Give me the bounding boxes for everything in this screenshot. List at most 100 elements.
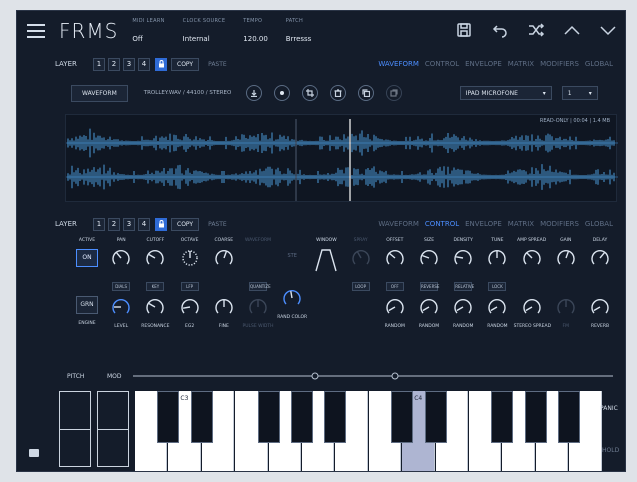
control-knob[interactable]	[419, 248, 439, 268]
keyboard-toggle-icon[interactable]	[29, 449, 39, 457]
mode-button[interactable]: DIALS	[112, 282, 131, 291]
control-knob[interactable]	[556, 297, 576, 317]
paste-button[interactable]: PASTE	[203, 219, 232, 230]
tab-matrix[interactable]: MATRIX	[508, 220, 534, 228]
control-knob[interactable]	[453, 297, 473, 317]
tab-global[interactable]: GLOBAL	[585, 220, 613, 228]
mode-button[interactable]: RELATIVE	[454, 282, 474, 291]
control-knob[interactable]	[487, 297, 507, 317]
black-key[interactable]	[324, 391, 347, 443]
mode-button[interactable]: LOOP	[351, 282, 370, 291]
panic-button[interactable]: PANIC	[600, 405, 618, 412]
hamburger-menu-icon[interactable]	[27, 24, 45, 38]
clock-source-field[interactable]: CLOCK SOURCE Internal	[183, 18, 226, 44]
tab-envelope[interactable]: ENVELOPE	[465, 220, 502, 228]
copy-button[interactable]: COPY	[171, 217, 200, 231]
control-knob[interactable]	[111, 248, 131, 268]
control-knob[interactable]	[214, 248, 234, 268]
pitch-wheel[interactable]	[59, 391, 91, 467]
tab-modifiers[interactable]: MODIFIERS	[540, 220, 579, 228]
copy-button[interactable]: COPY	[171, 57, 200, 71]
octave-knob[interactable]	[180, 248, 200, 268]
midi-learn-field[interactable]: MIDI LEARN Off	[132, 18, 164, 44]
tab-waveform[interactable]: WAVEFORM	[378, 60, 419, 68]
tab-global[interactable]: GLOBAL	[585, 60, 613, 68]
black-key[interactable]	[391, 391, 414, 443]
layer-1-button[interactable]: 1	[93, 57, 105, 71]
tab-waveform[interactable]: WAVEFORM	[378, 220, 419, 228]
undo-icon[interactable]	[489, 19, 511, 41]
chevron-up-icon[interactable]	[561, 19, 583, 41]
layer-2-button[interactable]: 2	[108, 217, 120, 231]
control-knob[interactable]	[590, 248, 610, 268]
layer-4-button[interactable]: 4	[138, 217, 150, 231]
control-knob[interactable]	[180, 297, 200, 317]
active-toggle[interactable]: ON	[76, 249, 98, 267]
black-key[interactable]	[491, 391, 514, 443]
window-shape[interactable]	[314, 247, 338, 273]
lock-icon[interactable]	[155, 217, 167, 231]
tab-control[interactable]: CONTROL	[425, 60, 459, 68]
download-icon[interactable]	[245, 85, 262, 101]
waveform-display[interactable]: READ-ONLY | 00:04 | 1.4 MB	[65, 114, 618, 202]
crop-icon[interactable]	[301, 85, 318, 101]
black-key[interactable]	[190, 391, 213, 443]
black-key[interactable]	[524, 391, 547, 443]
waveform-menu-button[interactable]: WAVEFORM	[71, 84, 128, 102]
control-knob[interactable]	[385, 297, 405, 317]
slider-handle-1[interactable]	[311, 372, 319, 380]
control-knob[interactable]	[590, 297, 610, 317]
record-icon[interactable]	[273, 85, 290, 101]
mode-button[interactable]: LOCK	[488, 282, 507, 291]
control-knob[interactable]	[522, 297, 542, 317]
tab-modifiers[interactable]: MODIFIERS	[540, 60, 579, 68]
lock-icon[interactable]	[155, 57, 167, 71]
slider-track[interactable]	[133, 371, 613, 381]
control-knob[interactable]	[351, 248, 371, 268]
control-knob[interactable]	[111, 297, 131, 317]
layer-4-button[interactable]: 4	[138, 57, 150, 71]
black-key[interactable]	[291, 391, 313, 443]
patch-field[interactable]: PATCH Brresss	[286, 18, 312, 44]
paste-icon[interactable]	[385, 85, 402, 101]
control-knob[interactable]	[385, 248, 405, 268]
control-knob[interactable]	[145, 297, 165, 317]
control-knob[interactable]	[556, 248, 576, 268]
control-knob[interactable]	[214, 297, 234, 317]
shuffle-icon[interactable]	[525, 19, 547, 41]
layer-3-button[interactable]: 3	[123, 217, 135, 231]
control-knob[interactable]	[487, 248, 507, 268]
tempo-field[interactable]: TEMPO 120.00	[243, 18, 268, 44]
tab-control[interactable]: CONTROL	[425, 220, 459, 228]
channel-select[interactable]: 1 ▾	[561, 86, 598, 100]
paste-button[interactable]: PASTE	[203, 59, 232, 70]
control-knob[interactable]	[419, 297, 439, 317]
hold-button[interactable]: HOLD	[602, 447, 619, 454]
black-key[interactable]	[424, 391, 447, 443]
slider-handle-2[interactable]	[391, 372, 399, 380]
tab-envelope[interactable]: ENVELOPE	[465, 60, 502, 68]
delete-icon[interactable]	[329, 85, 346, 101]
control-knob[interactable]	[522, 248, 542, 268]
copy-icon[interactable]	[357, 85, 374, 101]
mode-button[interactable]: REVERSE	[420, 282, 439, 291]
black-key[interactable]	[257, 391, 280, 443]
mode-button[interactable]: KEY	[146, 282, 165, 291]
control-knob[interactable]	[453, 248, 473, 268]
control-knob[interactable]	[248, 297, 268, 317]
input-select[interactable]: IPAD MICROFONE ▾	[459, 86, 552, 100]
mod-wheel[interactable]	[97, 391, 129, 467]
mode-button[interactable]: QUANTIZE	[249, 282, 271, 291]
layer-2-button[interactable]: 2	[108, 57, 120, 71]
layer-1-button[interactable]: 1	[93, 217, 105, 231]
control-knob[interactable]	[145, 248, 165, 268]
control-knob[interactable]	[282, 288, 302, 308]
tab-matrix[interactable]: MATRIX	[508, 60, 534, 68]
black-key[interactable]	[558, 391, 581, 443]
save-icon[interactable]	[453, 19, 475, 41]
mode-button[interactable]: LFP	[180, 282, 199, 291]
engine-button[interactable]: GRN	[76, 296, 98, 314]
chevron-down-icon[interactable]	[597, 19, 619, 41]
mode-button[interactable]: OFF	[385, 282, 404, 291]
black-key[interactable]	[157, 391, 180, 443]
